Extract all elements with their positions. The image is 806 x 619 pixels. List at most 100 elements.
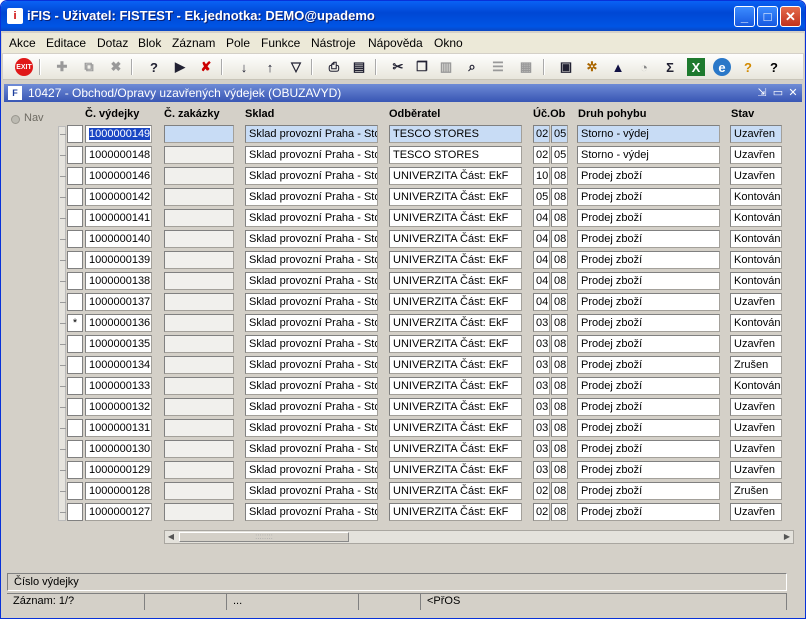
cislo-vydejky-field[interactable]: 1000000133 [85,377,152,395]
stav-field[interactable]: Kontován [730,188,782,206]
cislo-zakazky-field[interactable] [164,167,234,185]
uc-field[interactable]: 05 [533,188,550,206]
cislo-vydejky-field[interactable]: 1000000142 [85,188,152,206]
cut-icon[interactable]: ✂ [389,58,407,76]
filter-icon[interactable]: ▽ [287,58,305,76]
row-selector[interactable] [67,398,83,416]
menu-napoveda[interactable]: Nápověda [368,36,423,50]
sklad-field[interactable]: Sklad provozní Praha - Sto [245,335,378,353]
odberatel-field[interactable]: UNIVERZITA Část: EkF [389,230,522,248]
web-icon[interactable]: e [713,58,731,76]
row-selector[interactable] [67,209,83,227]
menu-dotaz[interactable]: Dotaz [97,36,128,50]
sklad-field[interactable]: Sklad provozní Praha - Sto [245,293,378,311]
cancel-query-icon[interactable]: ✘ [197,58,215,76]
druh-pohybu-field[interactable]: Prodej zboží [577,314,720,332]
stav-field[interactable]: Uzavřen [730,440,782,458]
cislo-vydejky-field[interactable]: 1000000130 [85,440,152,458]
uc-field[interactable]: 02 [533,125,550,143]
ob-field[interactable]: 08 [551,335,568,353]
uc-field[interactable]: 04 [533,230,550,248]
stav-field[interactable]: Uzavřen [730,125,782,143]
cislo-vydejky-field[interactable]: 1000000128 [85,482,152,500]
odberatel-field[interactable]: UNIVERZITA Část: EkF [389,356,522,374]
uc-field[interactable]: 04 [533,293,550,311]
row-selector[interactable] [67,251,83,269]
sklad-field[interactable]: Sklad provozní Praha - Sto [245,356,378,374]
cislo-vydejky-field[interactable]: 1000000137 [85,293,152,311]
paste-icon[interactable]: ▥ [437,58,455,76]
ob-field[interactable]: 08 [551,209,568,227]
cislo-vydejky-field[interactable]: 1000000140 [85,230,152,248]
odberatel-field[interactable]: UNIVERZITA Část: EkF [389,251,522,269]
stav-field[interactable]: Kontován [730,230,782,248]
sklad-field[interactable]: Sklad provozní Praha - Sto [245,209,378,227]
cislo-zakazky-field[interactable] [164,398,234,416]
sklad-field[interactable]: Sklad provozní Praha - Sto [245,251,378,269]
row-selector[interactable] [67,461,83,479]
ob-field[interactable]: 08 [551,377,568,395]
duplicate-record-icon[interactable]: ⧉ [80,58,98,76]
sklad-field[interactable]: Sklad provozní Praha - Sto [245,188,378,206]
stav-field[interactable]: Kontován [730,209,782,227]
insert-record-icon[interactable]: ✚ [53,58,71,76]
sklad-field[interactable]: Sklad provozní Praha - Sto [245,503,378,521]
form-minimize-button[interactable]: ⇲ [756,86,768,100]
ob-field[interactable]: 08 [551,167,568,185]
druh-pohybu-field[interactable]: Prodej zboží [577,356,720,374]
cislo-zakazky-field[interactable] [164,377,234,395]
ob-field[interactable]: 08 [551,293,568,311]
cislo-zakazky-field[interactable] [164,125,234,143]
cislo-zakazky-field[interactable] [164,335,234,353]
sklad-field[interactable]: Sklad provozní Praha - Sto [245,419,378,437]
ob-field[interactable]: 08 [551,230,568,248]
odberatel-field[interactable]: TESCO STORES [389,125,522,143]
cislo-vydejky-field[interactable]: 1000000148 [85,146,152,164]
druh-pohybu-field[interactable]: Prodej zboží [577,251,720,269]
cislo-vydejky-field[interactable]: 1000000138 [85,272,152,290]
cislo-zakazky-field[interactable] [164,188,234,206]
druh-pohybu-field[interactable]: Storno - výdej [577,125,720,143]
menu-zaznam[interactable]: Záznam [172,36,215,50]
ob-field[interactable]: 05 [551,146,568,164]
stav-field[interactable]: Zrušen [730,482,782,500]
ob-field[interactable]: 08 [551,503,568,521]
sum-icon[interactable]: Σ [661,58,679,76]
druh-pohybu-field[interactable]: Prodej zboží [577,335,720,353]
form-close-button[interactable]: ✕ [787,86,799,100]
druh-pohybu-field[interactable]: Prodej zboží [577,293,720,311]
scroll-left-arrow-icon[interactable]: ◀ [165,531,177,543]
list-icon[interactable]: ☰ [489,58,507,76]
odberatel-field[interactable]: UNIVERZITA Část: EkF [389,503,522,521]
stav-field[interactable]: Uzavřen [730,335,782,353]
cislo-zakazky-field[interactable] [164,356,234,374]
row-selector[interactable] [67,356,83,374]
druh-pohybu-field[interactable]: Prodej zboží [577,398,720,416]
druh-pohybu-field[interactable]: Prodej zboží [577,440,720,458]
cislo-vydejky-field[interactable]: 1000000135 [85,335,152,353]
cislo-vydejky-field[interactable]: 1000000127 [85,503,152,521]
sklad-field[interactable]: Sklad provozní Praha - Sto [245,125,378,143]
uc-field[interactable]: 02 [533,503,550,521]
cislo-zakazky-field[interactable] [164,272,234,290]
cislo-vydejky-field[interactable]: 1000000134 [85,356,152,374]
menu-pole[interactable]: Pole [226,36,250,50]
cislo-zakazky-field[interactable] [164,209,234,227]
context-help-icon[interactable]: ? [765,58,783,76]
row-selector[interactable] [67,167,83,185]
nav-radio[interactable] [11,115,20,124]
ob-field[interactable]: 08 [551,398,568,416]
sklad-field[interactable]: Sklad provozní Praha - Sto [245,167,378,185]
row-selector[interactable] [67,482,83,500]
druh-pohybu-field[interactable]: Prodej zboží [577,230,720,248]
ob-field[interactable]: 08 [551,251,568,269]
cislo-zakazky-field[interactable] [164,419,234,437]
columns-icon[interactable]: ▦ [517,58,535,76]
odberatel-field[interactable]: UNIVERZITA Část: EkF [389,167,522,185]
row-selector[interactable] [67,230,83,248]
stav-field[interactable]: Kontován [730,272,782,290]
menu-funkce[interactable]: Funkce [261,36,300,50]
form-restore-button[interactable]: ▭ [772,86,784,100]
excel-icon[interactable]: X [687,58,705,76]
cislo-zakazky-field[interactable] [164,503,234,521]
